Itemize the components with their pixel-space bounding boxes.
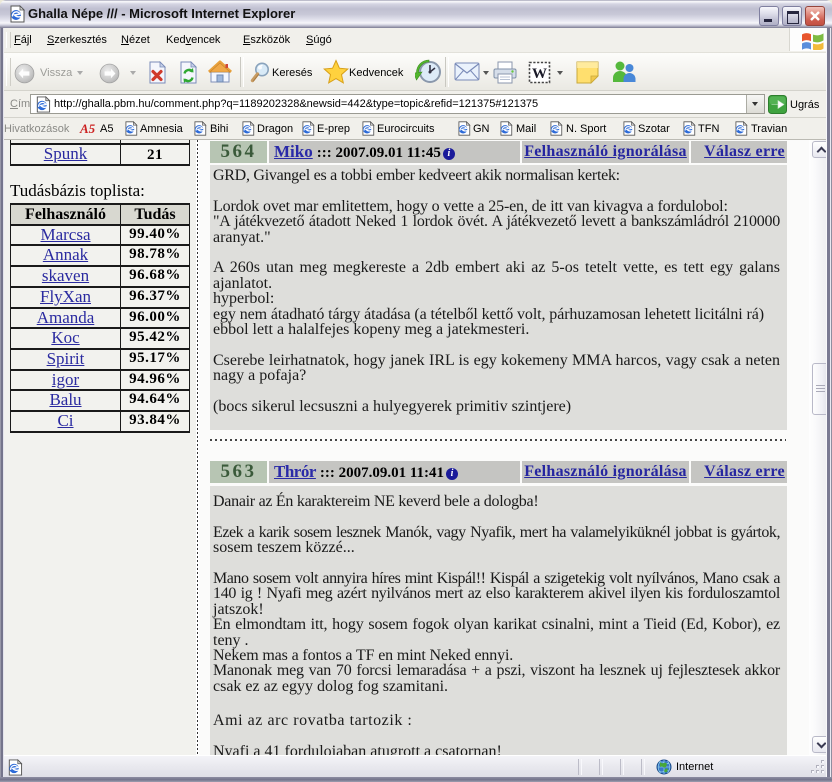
svg-text:W: W bbox=[532, 66, 547, 82]
